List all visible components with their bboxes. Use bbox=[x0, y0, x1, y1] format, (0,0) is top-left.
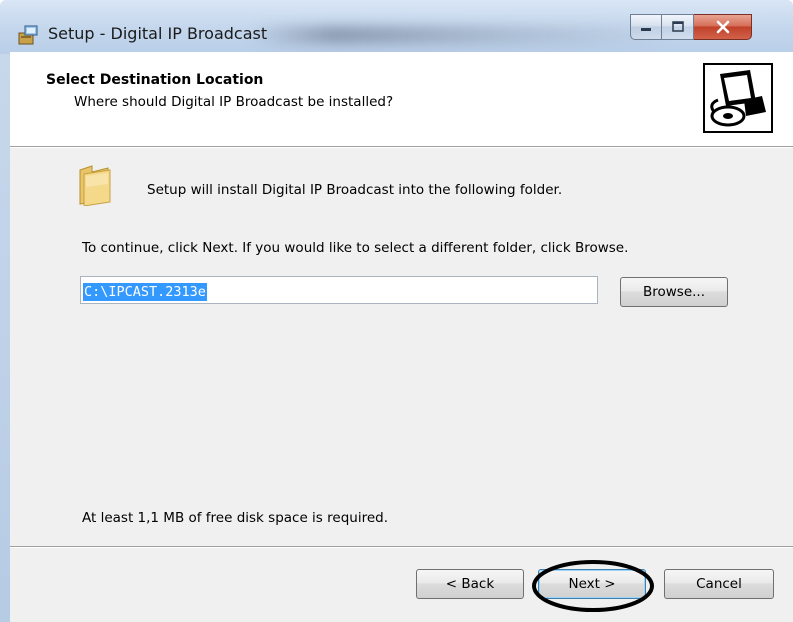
next-button[interactable]: Next > bbox=[538, 569, 646, 599]
back-button[interactable]: < Back bbox=[416, 569, 524, 599]
wizard-header: Select Destination Location Where should… bbox=[10, 52, 793, 147]
close-icon bbox=[716, 20, 729, 34]
install-folder-message: Setup will install Digital IP Broadcast … bbox=[147, 182, 563, 198]
minimize-button[interactable] bbox=[630, 14, 662, 40]
maximize-icon bbox=[671, 21, 684, 32]
continue-instructions: To continue, click Next. If you would li… bbox=[82, 240, 629, 256]
page-subtitle: Where should Digital IP Broadcast be ins… bbox=[74, 94, 394, 110]
dialog-client-area: Select Destination Location Where should… bbox=[10, 52, 793, 622]
setup-window: Setup - Digital IP Broadcast Select Dest… bbox=[0, 0, 793, 622]
destination-path-input[interactable]: C:\IPCAST.2313e bbox=[80, 276, 598, 304]
cancel-button[interactable]: Cancel bbox=[664, 569, 774, 599]
disk-space-requirement: At least 1,1 MB of free disk space is re… bbox=[82, 510, 388, 526]
maximize-button[interactable] bbox=[662, 14, 694, 40]
folder-icon bbox=[79, 165, 111, 206]
setup-installer-icon bbox=[18, 25, 38, 45]
window-title: Setup - Digital IP Broadcast bbox=[48, 24, 268, 43]
minimize-icon bbox=[641, 28, 651, 31]
footer-divider bbox=[10, 546, 793, 548]
title-bar[interactable]: Setup - Digital IP Broadcast bbox=[0, 0, 793, 54]
browse-button[interactable]: Browse... bbox=[620, 277, 728, 307]
computer-cd-install-icon bbox=[700, 60, 776, 136]
caption-buttons bbox=[630, 14, 752, 42]
page-title: Select Destination Location bbox=[46, 72, 264, 88]
path-value: C:\IPCAST.2313e bbox=[83, 283, 207, 301]
close-button[interactable] bbox=[694, 14, 752, 40]
